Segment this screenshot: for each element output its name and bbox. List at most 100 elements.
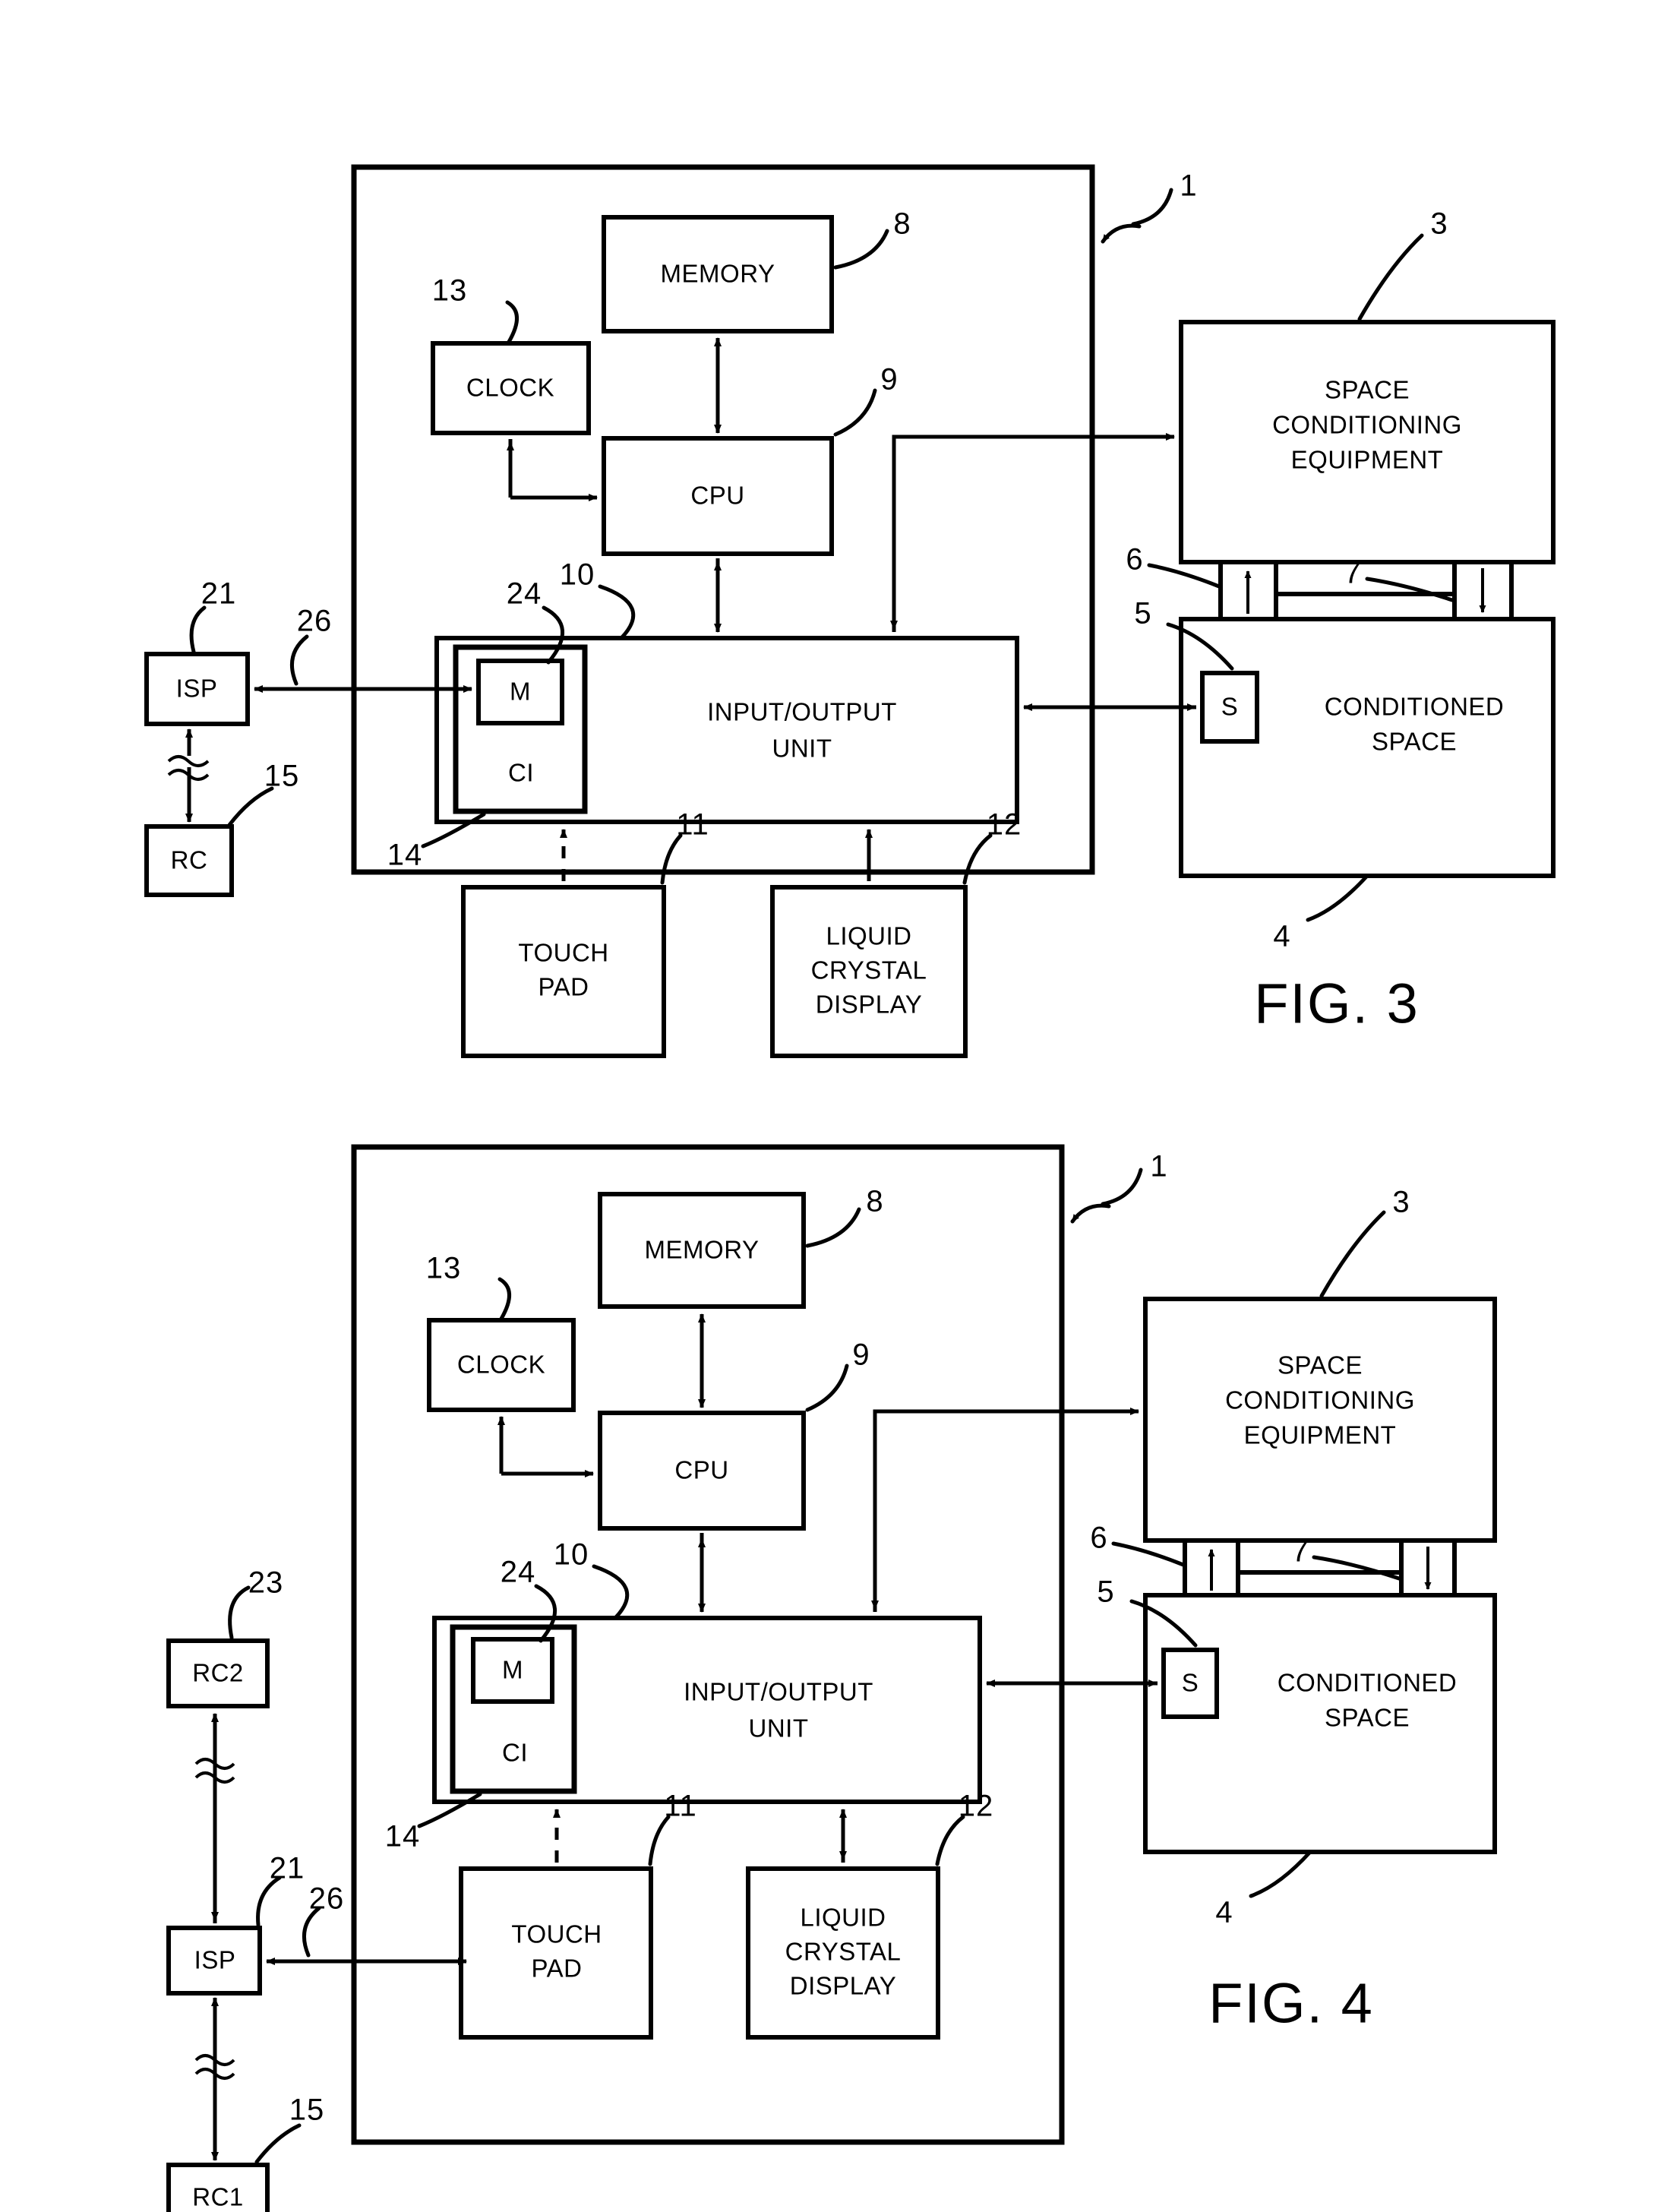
- memory-label: MEMORY: [644, 1235, 760, 1264]
- sce-label-line1: SPACE: [1325, 375, 1410, 404]
- ref-8: 8: [866, 1184, 884, 1218]
- ref-15: 15: [264, 759, 300, 793]
- ref-7: 7: [1291, 1534, 1309, 1569]
- ref-21: 21: [269, 1851, 305, 1885]
- break-squiggle-top: [167, 755, 210, 767]
- ref-11: 11: [664, 1789, 697, 1823]
- ref-12: 12: [986, 807, 1022, 842]
- ref-4: 4: [1215, 1895, 1233, 1929]
- figure-4-lines: [166, 1144, 1497, 2212]
- leader-7: [1312, 1555, 1401, 1581]
- leader-1-tail: [1131, 188, 1173, 226]
- touch-pad-label-line1: TOUCH: [518, 938, 609, 967]
- sce-box: [1179, 320, 1556, 564]
- leader-6: [1111, 1541, 1186, 1567]
- ref-26: 26: [308, 1882, 345, 1916]
- lcd-label-line2: CRYSTAL: [785, 1937, 902, 1966]
- ref-8: 8: [893, 207, 911, 241]
- leader-26: [289, 634, 309, 686]
- ref-3: 3: [1430, 207, 1448, 241]
- ref-10: 10: [559, 558, 595, 592]
- ci-label: CI: [502, 1738, 528, 1767]
- clock-label: CLOCK: [456, 1350, 546, 1379]
- isp-label: ISP: [194, 1945, 236, 1974]
- ref-9: 9: [852, 1338, 870, 1372]
- ref-21: 21: [201, 577, 237, 611]
- leader-14: [421, 812, 486, 848]
- figure-3: MEMORY CLOCK CPU INPUT/OUTPUT UNIT CI M …: [0, 0, 1655, 1101]
- ref-10: 10: [553, 1537, 589, 1572]
- touch-pad-label-line2: PAD: [531, 1954, 583, 1983]
- leader-24: [534, 1584, 557, 1643]
- leader-13: [497, 1277, 511, 1321]
- lcd-label-line1: LIQUID: [826, 921, 912, 950]
- rc2-label: RC2: [192, 1658, 244, 1687]
- ref-5: 5: [1097, 1575, 1115, 1609]
- io-unit-label-line1: INPUT/OUTPUT: [684, 1677, 873, 1706]
- ref-6: 6: [1090, 1521, 1108, 1555]
- ref-7: 7: [1344, 556, 1362, 590]
- leader-13: [505, 300, 519, 344]
- conditioned-space-label-line2: SPACE: [1372, 727, 1457, 756]
- leader-23: [228, 1585, 251, 1640]
- memory-label: MEMORY: [660, 259, 775, 288]
- ref-23: 23: [248, 1566, 284, 1600]
- ref-13: 13: [431, 273, 468, 308]
- ref-24: 24: [506, 577, 542, 611]
- lcd-label-line2: CRYSTAL: [810, 956, 927, 984]
- leader-5: [1166, 622, 1234, 671]
- ref-1: 1: [1150, 1149, 1168, 1183]
- ref-14: 14: [387, 838, 423, 872]
- figure-3-title: FIG. 3: [1254, 972, 1420, 1035]
- leader-10: [592, 1564, 630, 1620]
- io-unit-label-line2: UNIT: [748, 1714, 809, 1743]
- patent-drawing-sheet: MEMORY CLOCK CPU INPUT/OUTPUT UNIT CI M …: [0, 0, 1655, 2212]
- ref-5: 5: [1134, 596, 1152, 630]
- ref-14: 14: [384, 1819, 421, 1853]
- io-unit-label-line2: UNIT: [772, 734, 832, 763]
- ref-11: 11: [676, 807, 709, 842]
- lcd-label-line1: LIQUID: [800, 1903, 886, 1932]
- io-unit-box: [432, 1616, 982, 1804]
- touch-pad-box: [459, 1866, 653, 2040]
- io-unit-box: [434, 636, 1019, 824]
- rc-label: RC: [170, 845, 208, 874]
- sce-label-line2: CONDITIONING: [1272, 410, 1462, 439]
- modem-label: M: [510, 677, 531, 706]
- ref-3: 3: [1392, 1185, 1410, 1219]
- leader-4: [1249, 1850, 1312, 1898]
- leader-3: [1357, 233, 1424, 321]
- touch-pad-label-line2: PAD: [538, 972, 589, 1001]
- leader-15: [254, 2123, 302, 2164]
- leader-1: [1101, 223, 1142, 244]
- lcd-label-line3: DISPLAY: [815, 990, 923, 1019]
- leader-8: [805, 1207, 861, 1248]
- leader-14: [417, 1792, 482, 1828]
- ref-1: 1: [1180, 169, 1198, 203]
- sce-label-line3: EQUIPMENT: [1290, 445, 1444, 474]
- sce-label-line2: CONDITIONING: [1225, 1386, 1415, 1414]
- leader-9: [833, 388, 877, 437]
- sce-box: [1143, 1297, 1497, 1543]
- conditioned-space-label-line1: CONDITIONED: [1277, 1668, 1458, 1697]
- io-to-sce-line: [892, 433, 1175, 632]
- cpu-label: CPU: [674, 1455, 729, 1484]
- leader-1-tail: [1101, 1168, 1143, 1206]
- ref-9: 9: [880, 362, 899, 397]
- figure-4-title: FIG. 4: [1208, 1971, 1374, 2035]
- leader-10: [598, 584, 636, 640]
- ref-12: 12: [958, 1789, 994, 1823]
- ref-26: 26: [296, 604, 333, 638]
- ref-6: 6: [1126, 542, 1144, 577]
- lcd-label-line3: DISPLAY: [789, 1971, 897, 2000]
- isp-label: ISP: [175, 674, 218, 703]
- sce-label-line1: SPACE: [1278, 1351, 1363, 1379]
- sce-label-line3: EQUIPMENT: [1243, 1420, 1397, 1449]
- sensor-label: S: [1221, 692, 1239, 721]
- leader-4: [1306, 874, 1369, 922]
- leader-3: [1319, 1210, 1386, 1298]
- leader-6: [1147, 563, 1221, 589]
- ref-13: 13: [425, 1251, 462, 1285]
- clock-label: CLOCK: [466, 373, 555, 402]
- touch-pad-box: [461, 885, 666, 1058]
